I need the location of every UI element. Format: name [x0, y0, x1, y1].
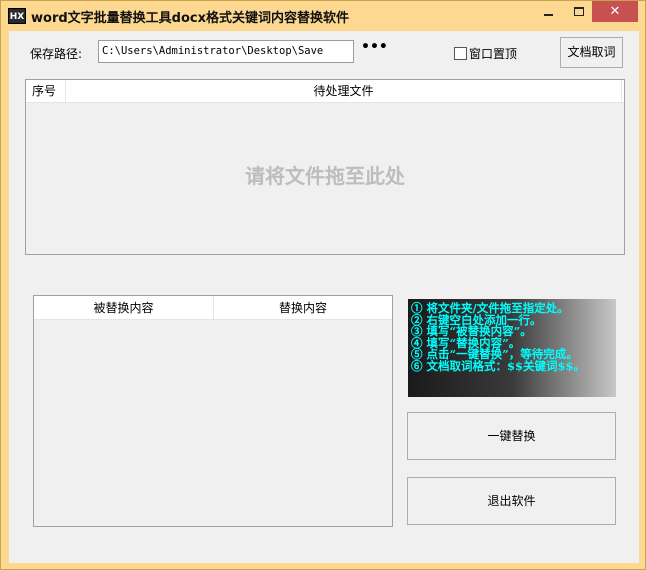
close-button[interactable]: ✕	[592, 1, 638, 22]
replace-table-header: 被替换内容 替换内容	[34, 296, 392, 320]
replace-table-panel[interactable]: 被替换内容 替换内容	[33, 295, 393, 527]
window-title: word文字批量替换工具docx格式关键词内容替换软件	[31, 11, 349, 26]
minimize-icon	[543, 13, 553, 16]
title-bar[interactable]: HX word文字批量替换工具docx格式关键词内容替换软件 ✕	[1, 1, 645, 31]
window-ontop-label: 窗口置顶	[469, 47, 518, 61]
app-logo-icon: HX	[8, 8, 26, 24]
maximize-button[interactable]	[565, 1, 592, 22]
minimize-button[interactable]	[531, 1, 565, 22]
column-header-file[interactable]: 待处理文件	[66, 80, 622, 103]
doc-extract-button[interactable]: 文档取词	[560, 37, 623, 68]
save-path-input[interactable]: C:\Users\Administrator\Desktop\Save	[98, 40, 354, 63]
file-list-panel[interactable]: 序号 待处理文件 请将文件拖至此处	[25, 79, 625, 255]
close-icon: ✕	[609, 4, 621, 19]
column-header-old[interactable]: 被替换内容	[34, 296, 214, 320]
browse-button[interactable]: •••	[361, 40, 388, 60]
column-header-seq[interactable]: 序号	[26, 80, 66, 103]
file-list-header: 序号 待处理文件	[26, 80, 624, 103]
window-ontop-checkbox[interactable]: 窗口置顶	[454, 45, 517, 62]
maximize-icon	[573, 7, 584, 16]
checkbox-icon[interactable]	[454, 47, 467, 60]
client-area: 保存路径: C:\Users\Administrator\Desktop\Sav…	[9, 31, 639, 563]
instructions-panel: ① 将文件夹/文件拖至指定处。 ② 右键空白处添加一行。 ③ 填写“被替换内容”…	[408, 299, 616, 397]
column-header-new[interactable]: 替换内容	[214, 296, 392, 320]
main-window: HX word文字批量替换工具docx格式关键词内容替换软件 ✕ 保存路径: C…	[0, 0, 646, 570]
exit-button[interactable]: 退出软件	[407, 477, 616, 525]
save-path-label: 保存路径:	[30, 47, 83, 61]
instruction-line: ⑥ 文档取词格式：$$关键词$$。	[411, 358, 586, 373]
drop-hint: 请将文件拖至此处	[245, 164, 405, 188]
replace-all-button[interactable]: 一键替换	[407, 412, 616, 460]
